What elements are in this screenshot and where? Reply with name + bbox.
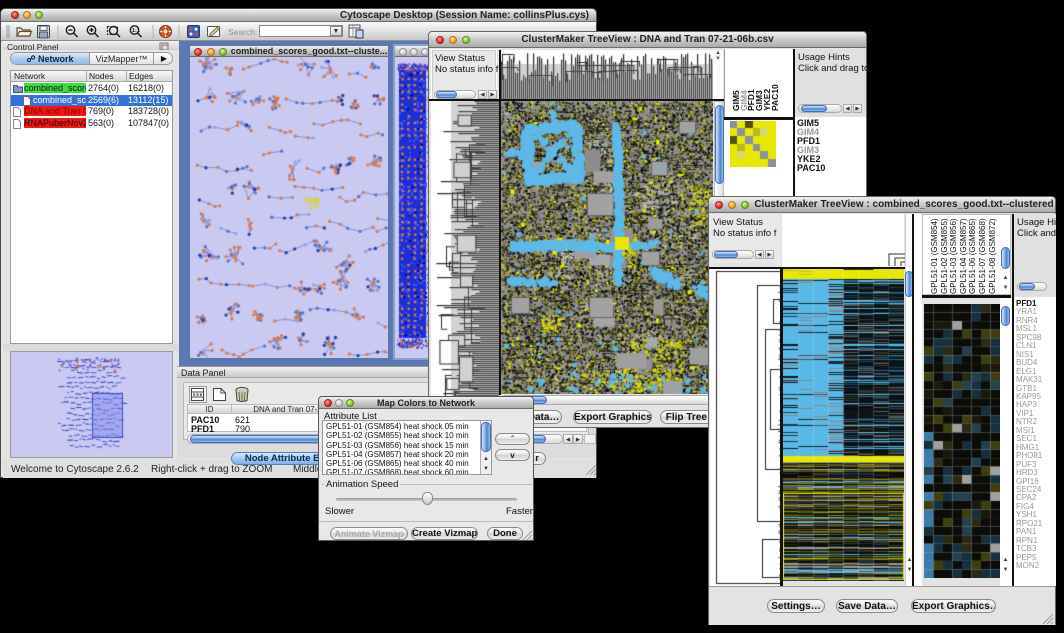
svg-text:Search:: Search: (228, 27, 257, 37)
svg-text:1:1: 1:1 (132, 28, 140, 34)
